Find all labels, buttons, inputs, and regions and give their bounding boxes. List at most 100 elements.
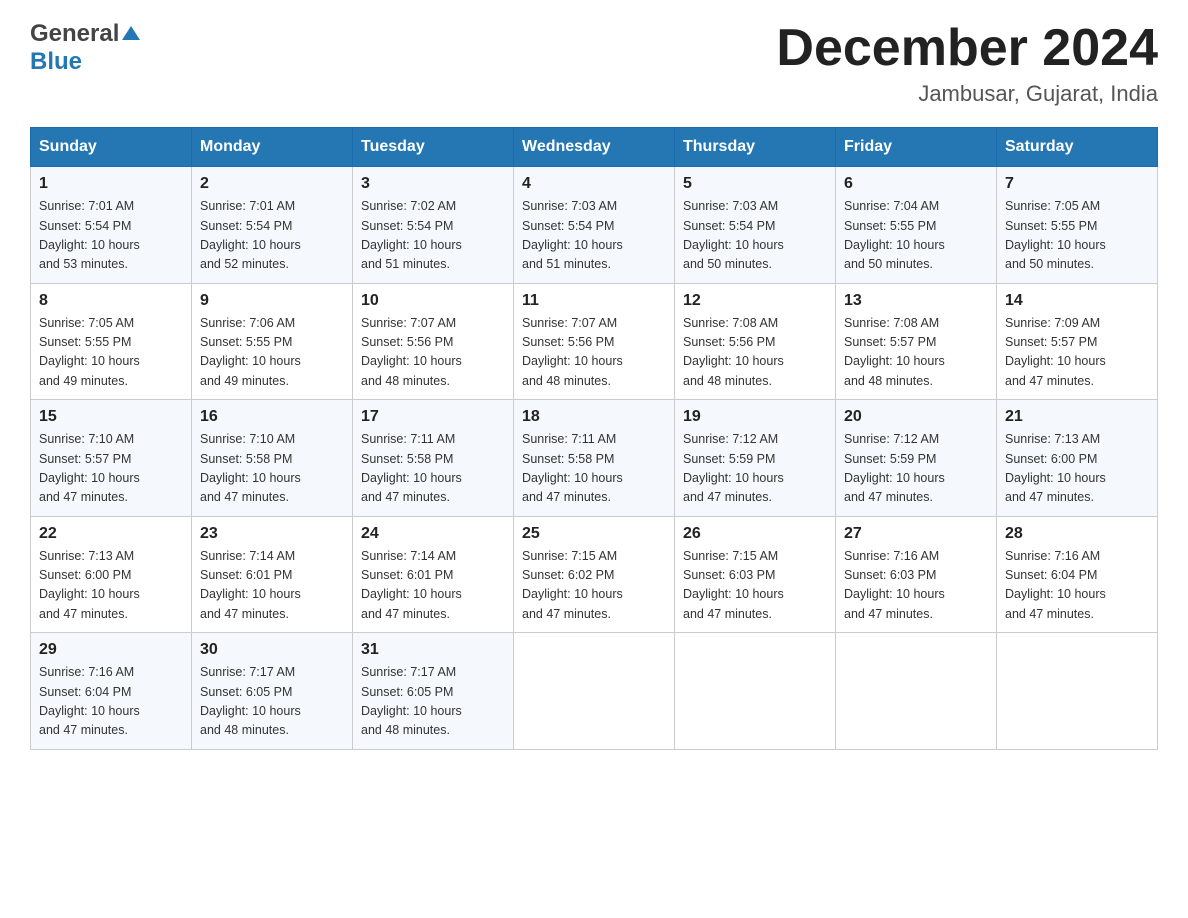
day-info: Sunrise: 7:02 AM Sunset: 5:54 PM Dayligh… [361,197,505,275]
calendar-cell [997,633,1158,750]
day-info: Sunrise: 7:12 AM Sunset: 5:59 PM Dayligh… [683,430,827,508]
day-info: Sunrise: 7:06 AM Sunset: 5:55 PM Dayligh… [200,314,344,392]
calendar-cell: 11 Sunrise: 7:07 AM Sunset: 5:56 PM Dayl… [514,283,675,400]
day-number: 11 [522,292,666,310]
day-number: 15 [39,408,183,426]
day-info: Sunrise: 7:01 AM Sunset: 5:54 PM Dayligh… [200,197,344,275]
day-number: 22 [39,525,183,543]
day-info: Sunrise: 7:05 AM Sunset: 5:55 PM Dayligh… [39,314,183,392]
day-info: Sunrise: 7:14 AM Sunset: 6:01 PM Dayligh… [200,547,344,625]
calendar-cell: 7 Sunrise: 7:05 AM Sunset: 5:55 PM Dayli… [997,167,1158,284]
day-number: 3 [361,175,505,193]
calendar-cell: 9 Sunrise: 7:06 AM Sunset: 5:55 PM Dayli… [192,283,353,400]
day-number: 17 [361,408,505,426]
calendar-cell [514,633,675,750]
day-number: 16 [200,408,344,426]
calendar-header-row: SundayMondayTuesdayWednesdayThursdayFrid… [31,128,1158,167]
day-info: Sunrise: 7:11 AM Sunset: 5:58 PM Dayligh… [522,430,666,508]
day-number: 2 [200,175,344,193]
day-info: Sunrise: 7:15 AM Sunset: 6:02 PM Dayligh… [522,547,666,625]
day-info: Sunrise: 7:11 AM Sunset: 5:58 PM Dayligh… [361,430,505,508]
calendar-cell: 21 Sunrise: 7:13 AM Sunset: 6:00 PM Dayl… [997,400,1158,517]
day-number: 7 [1005,175,1149,193]
column-header-saturday: Saturday [997,128,1158,167]
calendar-cell: 17 Sunrise: 7:11 AM Sunset: 5:58 PM Dayl… [353,400,514,517]
day-number: 1 [39,175,183,193]
day-number: 31 [361,641,505,659]
calendar-cell [836,633,997,750]
calendar-week-row: 1 Sunrise: 7:01 AM Sunset: 5:54 PM Dayli… [31,167,1158,284]
day-info: Sunrise: 7:17 AM Sunset: 6:05 PM Dayligh… [361,663,505,741]
day-number: 20 [844,408,988,426]
day-info: Sunrise: 7:08 AM Sunset: 5:57 PM Dayligh… [844,314,988,392]
month-title: December 2024 [776,20,1158,77]
calendar-cell: 4 Sunrise: 7:03 AM Sunset: 5:54 PM Dayli… [514,167,675,284]
logo-icon [120,22,142,44]
calendar-cell: 24 Sunrise: 7:14 AM Sunset: 6:01 PM Dayl… [353,516,514,633]
calendar-cell: 27 Sunrise: 7:16 AM Sunset: 6:03 PM Dayl… [836,516,997,633]
calendar-cell: 30 Sunrise: 7:17 AM Sunset: 6:05 PM Dayl… [192,633,353,750]
day-info: Sunrise: 7:01 AM Sunset: 5:54 PM Dayligh… [39,197,183,275]
column-header-friday: Friday [836,128,997,167]
calendar-cell: 2 Sunrise: 7:01 AM Sunset: 5:54 PM Dayli… [192,167,353,284]
day-info: Sunrise: 7:13 AM Sunset: 6:00 PM Dayligh… [1005,430,1149,508]
day-info: Sunrise: 7:05 AM Sunset: 5:55 PM Dayligh… [1005,197,1149,275]
day-info: Sunrise: 7:03 AM Sunset: 5:54 PM Dayligh… [683,197,827,275]
day-number: 30 [200,641,344,659]
day-info: Sunrise: 7:10 AM Sunset: 5:58 PM Dayligh… [200,430,344,508]
calendar-week-row: 15 Sunrise: 7:10 AM Sunset: 5:57 PM Dayl… [31,400,1158,517]
calendar-cell: 18 Sunrise: 7:11 AM Sunset: 5:58 PM Dayl… [514,400,675,517]
calendar-cell [675,633,836,750]
calendar-cell: 5 Sunrise: 7:03 AM Sunset: 5:54 PM Dayli… [675,167,836,284]
calendar-cell: 19 Sunrise: 7:12 AM Sunset: 5:59 PM Dayl… [675,400,836,517]
calendar-cell: 28 Sunrise: 7:16 AM Sunset: 6:04 PM Dayl… [997,516,1158,633]
day-number: 5 [683,175,827,193]
day-number: 8 [39,292,183,310]
calendar-cell: 13 Sunrise: 7:08 AM Sunset: 5:57 PM Dayl… [836,283,997,400]
day-number: 28 [1005,525,1149,543]
day-number: 24 [361,525,505,543]
calendar-cell: 15 Sunrise: 7:10 AM Sunset: 5:57 PM Dayl… [31,400,192,517]
day-info: Sunrise: 7:04 AM Sunset: 5:55 PM Dayligh… [844,197,988,275]
day-info: Sunrise: 7:10 AM Sunset: 5:57 PM Dayligh… [39,430,183,508]
day-number: 13 [844,292,988,310]
calendar-cell: 25 Sunrise: 7:15 AM Sunset: 6:02 PM Dayl… [514,516,675,633]
column-header-tuesday: Tuesday [353,128,514,167]
day-number: 27 [844,525,988,543]
day-info: Sunrise: 7:07 AM Sunset: 5:56 PM Dayligh… [361,314,505,392]
day-info: Sunrise: 7:07 AM Sunset: 5:56 PM Dayligh… [522,314,666,392]
day-number: 19 [683,408,827,426]
calendar-week-row: 22 Sunrise: 7:13 AM Sunset: 6:00 PM Dayl… [31,516,1158,633]
logo-blue-text: Blue [30,48,82,76]
calendar-cell: 22 Sunrise: 7:13 AM Sunset: 6:00 PM Dayl… [31,516,192,633]
calendar-cell: 16 Sunrise: 7:10 AM Sunset: 5:58 PM Dayl… [192,400,353,517]
day-number: 29 [39,641,183,659]
calendar-cell: 14 Sunrise: 7:09 AM Sunset: 5:57 PM Dayl… [997,283,1158,400]
location-subtitle: Jambusar, Gujarat, India [776,81,1158,107]
column-header-monday: Monday [192,128,353,167]
day-number: 12 [683,292,827,310]
day-info: Sunrise: 7:13 AM Sunset: 6:00 PM Dayligh… [39,547,183,625]
day-info: Sunrise: 7:16 AM Sunset: 6:04 PM Dayligh… [39,663,183,741]
day-number: 26 [683,525,827,543]
day-number: 9 [200,292,344,310]
calendar-cell: 3 Sunrise: 7:02 AM Sunset: 5:54 PM Dayli… [353,167,514,284]
page-header: General Blue December 2024 Jambusar, Guj… [30,20,1158,107]
calendar-cell: 8 Sunrise: 7:05 AM Sunset: 5:55 PM Dayli… [31,283,192,400]
calendar-cell: 20 Sunrise: 7:12 AM Sunset: 5:59 PM Dayl… [836,400,997,517]
day-info: Sunrise: 7:16 AM Sunset: 6:04 PM Dayligh… [1005,547,1149,625]
calendar-cell: 31 Sunrise: 7:17 AM Sunset: 6:05 PM Dayl… [353,633,514,750]
calendar-week-row: 29 Sunrise: 7:16 AM Sunset: 6:04 PM Dayl… [31,633,1158,750]
calendar-cell: 12 Sunrise: 7:08 AM Sunset: 5:56 PM Dayl… [675,283,836,400]
day-info: Sunrise: 7:17 AM Sunset: 6:05 PM Dayligh… [200,663,344,741]
calendar-cell: 23 Sunrise: 7:14 AM Sunset: 6:01 PM Dayl… [192,516,353,633]
day-number: 18 [522,408,666,426]
calendar-cell: 10 Sunrise: 7:07 AM Sunset: 5:56 PM Dayl… [353,283,514,400]
column-header-thursday: Thursday [675,128,836,167]
day-number: 14 [1005,292,1149,310]
column-header-sunday: Sunday [31,128,192,167]
day-number: 10 [361,292,505,310]
calendar-cell: 26 Sunrise: 7:15 AM Sunset: 6:03 PM Dayl… [675,516,836,633]
calendar-cell: 1 Sunrise: 7:01 AM Sunset: 5:54 PM Dayli… [31,167,192,284]
day-info: Sunrise: 7:16 AM Sunset: 6:03 PM Dayligh… [844,547,988,625]
